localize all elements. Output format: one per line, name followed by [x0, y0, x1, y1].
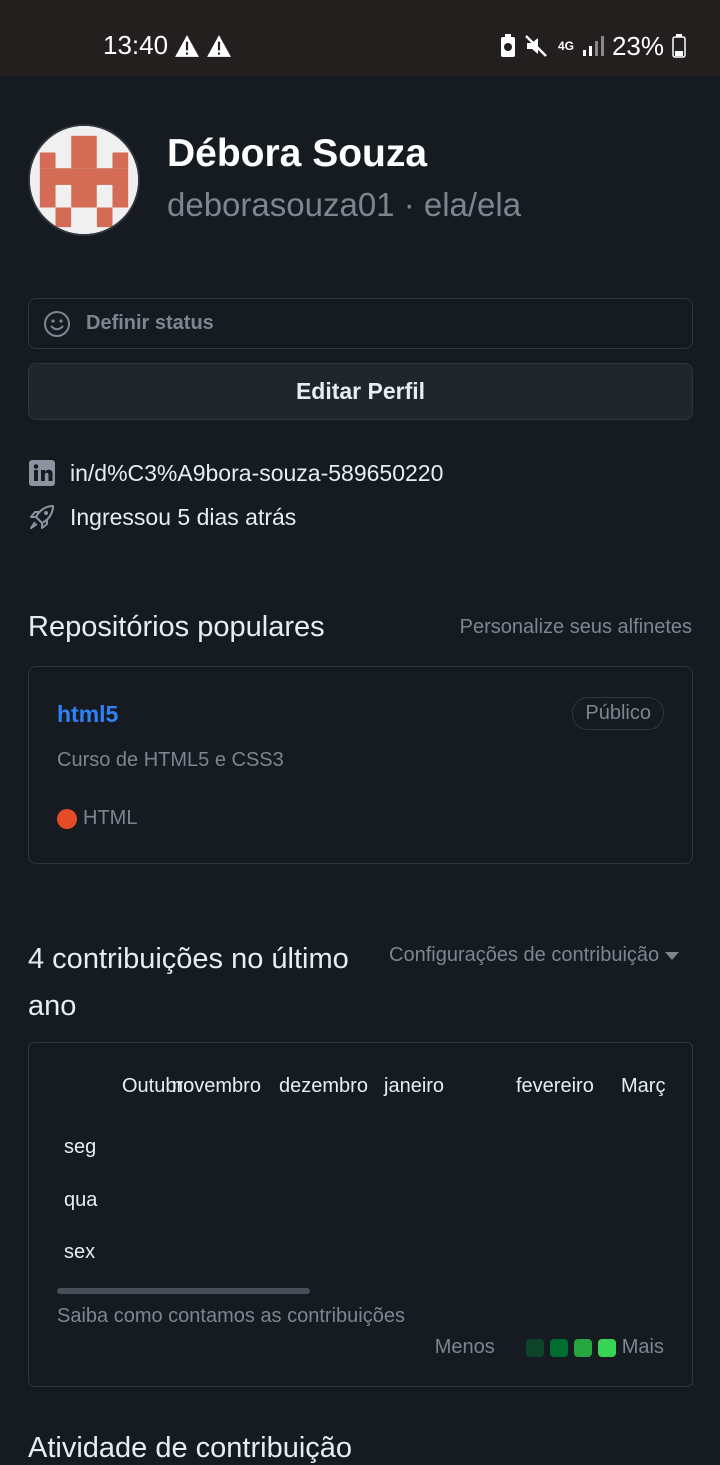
joined-row: Ingressou 5 dias atrás	[28, 503, 296, 531]
learn-contributions-link[interactable]: Saiba como contamos as contribuições	[57, 1305, 405, 1328]
avatar[interactable]	[28, 124, 140, 236]
horizontal-scrollbar[interactable]	[57, 1288, 310, 1294]
status-bar: 13:40 4G 23%	[0, 0, 720, 76]
rocket-icon	[30, 505, 54, 529]
smiley-icon	[44, 311, 70, 337]
profile-login: deborasouza01 · ela/ela	[167, 186, 522, 223]
linkedin-text: in/d%C3%A9bora-souza-589650220	[70, 459, 444, 486]
month-label: Março	[621, 1075, 665, 1097]
legend-more: Mais	[621, 1336, 664, 1358]
language-color-dot	[57, 808, 77, 829]
customize-pins-link[interactable]: Personalize seus alfinetes	[460, 616, 692, 639]
month-label: novembro	[172, 1075, 261, 1097]
battery-icon	[672, 34, 686, 58]
legend-level-3	[573, 1338, 592, 1357]
battery-percent: 23%	[611, 30, 664, 61]
linkedin-icon	[29, 460, 55, 486]
set-status-label: Definir status	[86, 312, 214, 334]
legend-level-1	[525, 1338, 544, 1357]
language-name: HTML	[83, 807, 138, 829]
identicon	[30, 126, 138, 234]
contribution-settings-dropdown[interactable]: Configurações de contribuição	[389, 944, 680, 967]
status-time: 13:40	[103, 30, 169, 60]
contribution-legend: Menos Mais	[435, 1336, 664, 1359]
visibility-badge: Público	[572, 697, 664, 730]
legend-less: Menos	[434, 1336, 495, 1358]
caret-down-icon	[665, 951, 680, 960]
contribution-activity-title: Atividade de contribuição	[28, 1432, 353, 1464]
warning-icon	[175, 35, 199, 57]
repo-name-link[interactable]: html5	[57, 701, 118, 728]
repo-description: Curso de HTML5 e CSS3	[57, 749, 284, 771]
legend-level-4	[597, 1338, 616, 1357]
month-label: janeiro	[384, 1075, 445, 1097]
day-label: seg	[64, 1136, 97, 1158]
signal-icon	[582, 36, 604, 56]
day-label: qua	[64, 1189, 98, 1211]
joined-text: Ingressou 5 dias atrás	[70, 503, 297, 530]
linkedin-link[interactable]: in/d%C3%A9bora-souza-589650220	[28, 459, 443, 487]
warning-icon	[207, 35, 231, 57]
set-status-button[interactable]: Definir status	[28, 298, 693, 349]
contribution-settings-label: Configurações de contribuição	[389, 944, 660, 966]
contribution-graph: Outubro novembro dezembro janeiro fevere…	[28, 1042, 693, 1387]
battery-saver-icon	[500, 34, 515, 57]
contributions-title: 4 contribuições no último ano	[28, 943, 349, 1022]
legend-level-2	[549, 1338, 568, 1357]
month-label: fevereiro	[516, 1075, 594, 1097]
profile-name: Débora Souza	[167, 132, 428, 175]
month-label: dezembro	[279, 1075, 368, 1097]
network-type: 4G	[557, 38, 574, 53]
mute-icon	[525, 35, 547, 57]
day-label: sex	[64, 1241, 96, 1263]
popular-repos-title: Repositórios populares	[28, 611, 325, 643]
edit-profile-button[interactable]: Editar Perfil	[28, 363, 693, 420]
repo-language: HTML	[57, 807, 137, 830]
repo-card[interactable]: html5 Público Curso de HTML5 e CSS3 HTML	[28, 666, 693, 864]
